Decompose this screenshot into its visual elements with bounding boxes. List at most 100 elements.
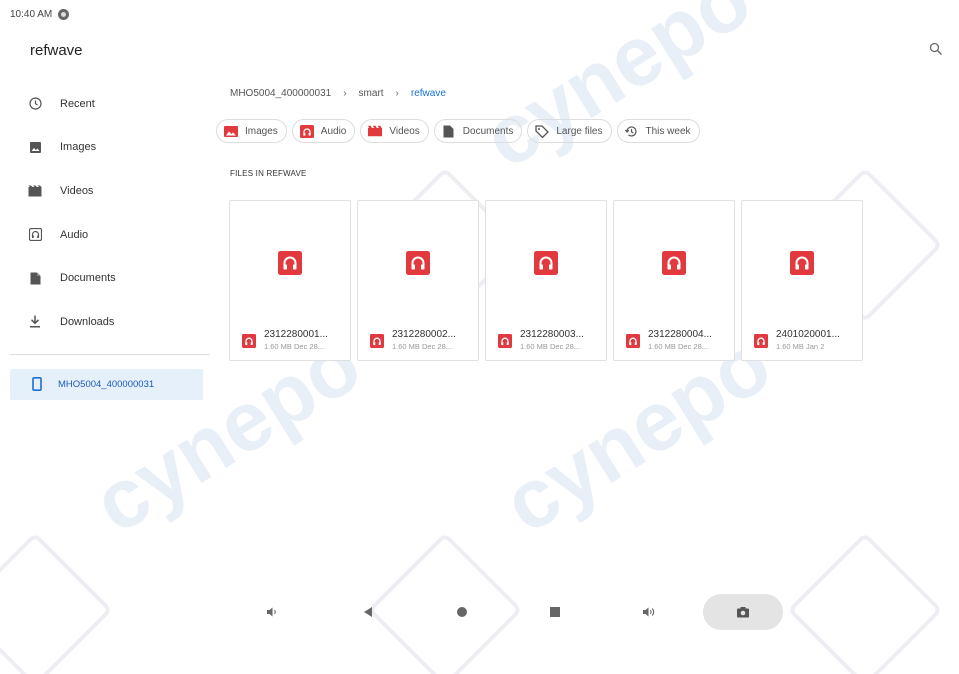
download-icon	[28, 315, 42, 329]
chip-label: Images	[245, 125, 278, 137]
history-icon	[625, 125, 639, 137]
video-icon	[368, 125, 383, 137]
search-button[interactable]	[929, 42, 945, 58]
volume-up-icon	[643, 607, 655, 617]
document-icon	[442, 125, 456, 137]
chip-label: Audio	[320, 125, 347, 137]
volume-up-button[interactable]	[637, 594, 661, 630]
volume-down-button[interactable]	[260, 594, 284, 630]
chevron-right-icon: ›	[395, 88, 399, 99]
chip-images[interactable]: Images	[216, 119, 287, 143]
watermark-text: cynepo	[467, 0, 767, 186]
sidebar-item-label: Documents	[60, 272, 116, 285]
chip-label: Large files	[556, 125, 603, 137]
sidebar-item-downloads[interactable]: Downloads	[10, 300, 210, 344]
notification-icon	[58, 9, 70, 20]
video-icon	[28, 184, 42, 198]
section-title: FILES IN REFWAVE	[230, 169, 307, 178]
file-meta: 1.60 MB Jan 2	[776, 342, 825, 351]
sidebar-item-label: Downloads	[60, 315, 115, 328]
recents-button[interactable]	[543, 594, 567, 630]
search-icon	[929, 42, 942, 55]
chip-documents[interactable]: Documents	[433, 119, 523, 143]
status-time: 10:40 AM	[10, 9, 53, 20]
image-icon	[224, 125, 238, 137]
chip-label: This week	[645, 125, 691, 137]
file-card[interactable]: 2312280003... 1.60 MB Dec 28...	[485, 200, 607, 361]
audio-icon	[299, 124, 314, 138]
sidebar-item-audio[interactable]: Audio	[10, 213, 210, 257]
file-name: 2312280004...	[648, 329, 712, 340]
file-card-footer: 2312280003... 1.60 MB Dec 28...	[498, 329, 600, 351]
sidebar-item-device[interactable]: MHO5004_400000031	[10, 368, 203, 400]
document-icon	[28, 271, 42, 285]
sidebar-divider	[10, 353, 210, 355]
sidebar-item-documents[interactable]: Documents	[10, 256, 210, 300]
file-meta: 1.60 MB Dec 28...	[264, 342, 325, 351]
sidebar-item-videos[interactable]: Videos	[10, 169, 210, 213]
file-meta: 1.60 MB Dec 28...	[392, 342, 453, 351]
sidebar-item-recent[interactable]: Recent	[10, 82, 210, 126]
file-name: 2312280001...	[264, 329, 328, 340]
file-meta: 1.60 MB Dec 28...	[520, 342, 581, 351]
sidebar-item-label: Images	[60, 141, 97, 154]
back-icon	[364, 607, 372, 617]
page-title: refwave	[30, 42, 83, 59]
sidebar-item-label: Videos	[60, 184, 94, 197]
chip-label: Documents	[462, 125, 514, 137]
breadcrumb: MHO5004_400000031 › smart › refwave	[230, 88, 446, 99]
chip-audio[interactable]: Audio	[291, 119, 356, 143]
watermark-logo	[0, 532, 113, 674]
status-bar: 10:40 AM	[10, 9, 70, 20]
file-name: 2401020001...	[776, 329, 840, 340]
recents-icon	[550, 607, 560, 617]
screenshot-button[interactable]	[703, 594, 783, 630]
file-card[interactable]: 2312280001... 1.60 MB Dec 28...	[229, 200, 351, 361]
file-name: 2312280003...	[520, 329, 584, 340]
chip-large-files[interactable]: Large files	[527, 119, 612, 143]
tag-icon	[535, 124, 550, 138]
filter-chips: Images Audio Videos Documents Large file…	[216, 119, 700, 143]
chip-this-week[interactable]: This week	[616, 119, 700, 143]
chevron-right-icon: ›	[343, 88, 347, 99]
audio-icon	[498, 334, 512, 348]
breadcrumb-item[interactable]: smart	[359, 88, 384, 99]
phone-icon	[30, 377, 44, 392]
breadcrumb-current[interactable]: refwave	[411, 88, 446, 99]
audio-file-icon	[406, 251, 430, 275]
sidebar: Recent Images Videos Audio Documents Dow…	[10, 82, 210, 400]
audio-icon	[626, 334, 640, 348]
file-meta: 1.60 MB Dec 28...	[648, 342, 709, 351]
sidebar-item-label: Recent	[60, 97, 95, 110]
file-card-footer: 2312280004... 1.60 MB Dec 28...	[626, 329, 728, 351]
breadcrumb-item[interactable]: MHO5004_400000031	[230, 88, 331, 99]
audio-file-icon	[278, 251, 302, 275]
back-button[interactable]	[356, 594, 380, 630]
file-card[interactable]: 2312280004... 1.60 MB Dec 28...	[613, 200, 735, 361]
home-icon	[457, 607, 467, 617]
file-name: 2312280002...	[392, 329, 456, 340]
sidebar-item-label: Audio	[60, 228, 89, 241]
system-nav-bar	[260, 594, 790, 630]
screenshot-icon	[737, 607, 749, 618]
image-icon	[28, 140, 42, 154]
file-card-footer: 2401020001... 1.60 MB Jan 2	[754, 329, 856, 351]
sidebar-item-label: MHO5004_400000031	[58, 378, 155, 390]
audio-icon	[754, 334, 768, 348]
file-card[interactable]: 2401020001... 1.60 MB Jan 2	[741, 200, 863, 361]
volume-down-icon	[267, 607, 276, 617]
chip-videos[interactable]: Videos	[360, 119, 429, 143]
file-card-footer: 2312280002... 1.60 MB Dec 28...	[370, 329, 472, 351]
file-card-footer: 2312280001... 1.60 MB Dec 28...	[242, 329, 344, 351]
chip-label: Videos	[389, 125, 420, 137]
sidebar-item-images[interactable]: Images	[10, 126, 210, 170]
watermark-logo	[787, 532, 943, 674]
audio-icon	[242, 334, 256, 348]
audio-icon	[28, 228, 42, 242]
file-card[interactable]: 2312280002... 1.60 MB Dec 28...	[357, 200, 479, 361]
audio-icon	[370, 334, 384, 348]
audio-file-icon	[534, 251, 558, 275]
audio-file-icon	[662, 251, 686, 275]
clock-icon	[28, 97, 42, 111]
home-button[interactable]	[450, 594, 474, 630]
